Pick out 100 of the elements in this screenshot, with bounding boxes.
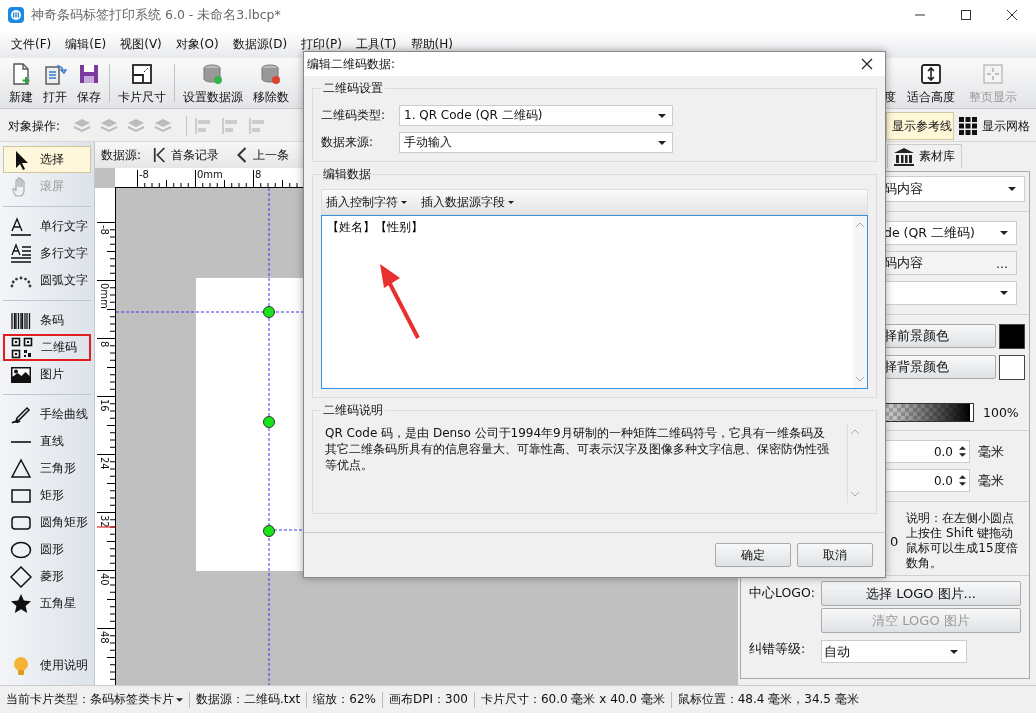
ruler-label: 40 xyxy=(99,573,110,586)
spin-arrows-icon[interactable] xyxy=(959,445,966,458)
text-icon xyxy=(10,215,32,238)
hint-text: 说明：在左侧小圆点上按住 Shift 键拖动鼠标可以生成15度倍数角。 xyxy=(906,511,1019,571)
toolbar-button[interactable]: 打开 xyxy=(38,58,72,108)
ruler-label: 8 xyxy=(255,169,262,180)
library-tab[interactable]: 素材库 xyxy=(887,144,962,168)
fit-height-icon xyxy=(919,62,943,86)
toggle-button[interactable]: 显示参考线 xyxy=(886,112,954,140)
card-type-dropdown[interactable]: 当前卡片类型：条码标签类卡片 xyxy=(6,691,183,708)
maximize-icon[interactable] xyxy=(960,9,972,21)
toolbar-button[interactable]: 移除数 xyxy=(248,58,294,108)
qr-code-icon xyxy=(11,336,33,359)
ruler-label: 48 xyxy=(99,631,110,644)
error-level-label: 纠错等级: xyxy=(749,640,807,658)
open-file-icon xyxy=(43,62,67,86)
unit-label: 毫米 xyxy=(978,442,1004,461)
source-select[interactable]: 手动输入 xyxy=(399,132,673,153)
error-level-select[interactable]: 自动 xyxy=(821,640,967,663)
type-select[interactable]: 1. QR Code (QR 二维码) xyxy=(399,105,673,126)
tool-button[interactable]: 条码 xyxy=(3,307,91,334)
toolbar-button[interactable]: 设置数据源 xyxy=(178,58,248,108)
tool-button[interactable]: 圆弧文字 xyxy=(3,267,91,294)
insert-menu-button[interactable]: 插入数据源字段 xyxy=(417,193,518,211)
scroll-up-icon[interactable] xyxy=(850,429,860,435)
database-icon xyxy=(259,62,283,86)
status-text: 缩放：62% xyxy=(313,691,376,708)
multiline-text-icon xyxy=(10,242,32,265)
tool-button[interactable]: 五角星 xyxy=(3,590,91,617)
caret-icon xyxy=(1008,187,1016,191)
tool-button[interactable]: 三角形 xyxy=(3,455,91,482)
toolbar-button[interactable]: 适合高度 xyxy=(902,58,960,108)
tool-button[interactable]: 手绘曲线 xyxy=(3,401,91,428)
datasource-label: 数据源: xyxy=(101,146,142,164)
status-text: 卡片尺寸：60.0 毫米 x 40.0 毫米 xyxy=(480,691,665,708)
logo-label: 中心LOGO: xyxy=(749,585,816,602)
ruler-label: 16 xyxy=(99,399,110,412)
color-swatch[interactable] xyxy=(999,355,1025,380)
menu-item[interactable]: 数据源(D) xyxy=(225,35,295,53)
tool-button[interactable]: 多行文字 xyxy=(3,240,91,267)
help-button[interactable]: 使用说明 xyxy=(3,652,91,679)
toolbar-button[interactable]: 新建 xyxy=(4,58,38,108)
tool-button[interactable]: 二维码 xyxy=(3,334,91,361)
tool-button[interactable]: 菱形 xyxy=(3,563,91,590)
tool-button[interactable]: 图片 xyxy=(3,361,91,388)
menu-item[interactable]: 编辑(E) xyxy=(58,35,114,53)
tool-button[interactable]: 圆角矩形 xyxy=(3,509,91,536)
database-icon xyxy=(201,62,225,86)
app-logo-icon xyxy=(8,7,24,23)
caret-icon xyxy=(950,649,958,654)
menu-item[interactable]: 对象(O) xyxy=(168,35,226,53)
tool-button[interactable]: 单行文字 xyxy=(3,213,91,240)
menu-item[interactable]: 文件(F) xyxy=(4,35,59,53)
caret-icon xyxy=(401,200,407,204)
ruler-label: 0mm xyxy=(197,169,223,180)
line-icon xyxy=(10,440,32,443)
menu-item[interactable]: 工具(T) xyxy=(348,35,404,53)
tool-button[interactable]: 直线 xyxy=(3,428,91,455)
ruler-label: 0mm xyxy=(99,283,110,309)
first-record-icon xyxy=(153,146,168,164)
color-swatch[interactable] xyxy=(999,324,1025,349)
caret-icon xyxy=(658,113,666,118)
bank-icon xyxy=(894,147,914,166)
record-nav-button[interactable]: 上一条 xyxy=(231,146,294,164)
spin-arrows-icon[interactable] xyxy=(959,474,966,487)
group-title: 二维码说明 xyxy=(322,402,384,419)
record-nav-button[interactable]: 首条记录 xyxy=(149,146,224,164)
caret-icon xyxy=(176,697,183,702)
star-icon xyxy=(10,592,32,615)
toolbar-button[interactable]: 保存 xyxy=(72,58,106,108)
ruler-label: -8 xyxy=(99,225,110,235)
tool-button[interactable]: 选择 xyxy=(3,146,91,173)
caret-icon xyxy=(508,200,514,204)
card-size-icon xyxy=(130,62,154,86)
diamond-icon xyxy=(10,565,32,588)
status-text: 鼠标位置：48.4 毫米，34.5 毫米 xyxy=(677,691,859,708)
menu-item[interactable]: 帮助(H) xyxy=(403,35,460,53)
angle-value: 0 xyxy=(890,533,899,549)
insert-menu-button[interactable]: 插入控制字符 xyxy=(322,193,411,211)
tool-button[interactable]: 矩形 xyxy=(3,482,91,509)
scroll-up-icon[interactable] xyxy=(855,222,865,228)
description-text: QR Code 码，是由 Denso 公司于1994年9月研制的一种矩阵二维码符号，它具有一维条码及其它二维条码所具有的信息容量大、可靠性高、可表示汉字及图像多种文字信息、保密防伪性强等优点。 xyxy=(324,425,830,474)
ruler-label: 32 xyxy=(99,515,110,528)
menu-item[interactable]: 视图(V) xyxy=(113,35,169,53)
toolbar-button[interactable]: 卡片尺寸 xyxy=(113,58,171,108)
dialog-button[interactable]: 取消 xyxy=(797,543,873,567)
triangle-icon xyxy=(10,457,32,480)
close-icon[interactable] xyxy=(861,58,873,70)
toggle-button[interactable]: 显示网格 xyxy=(956,112,1036,140)
dialog-title: 编辑二维码数据: xyxy=(307,55,396,73)
dialog-button[interactable]: 确定 xyxy=(715,543,791,567)
scroll-down-icon[interactable] xyxy=(850,491,860,497)
unit-label: 毫米 xyxy=(978,471,1004,490)
scroll-down-icon[interactable] xyxy=(855,376,865,382)
select-logo-button[interactable]: 选择 LOGO 图片... xyxy=(821,581,1021,606)
ruler-label: 24 xyxy=(99,457,110,470)
field-label: 二维码类型: xyxy=(321,107,387,124)
close-icon[interactable] xyxy=(1006,9,1018,21)
menu-item[interactable]: 打印(P) xyxy=(294,35,349,53)
tool-button[interactable]: 圆形 xyxy=(3,536,91,563)
